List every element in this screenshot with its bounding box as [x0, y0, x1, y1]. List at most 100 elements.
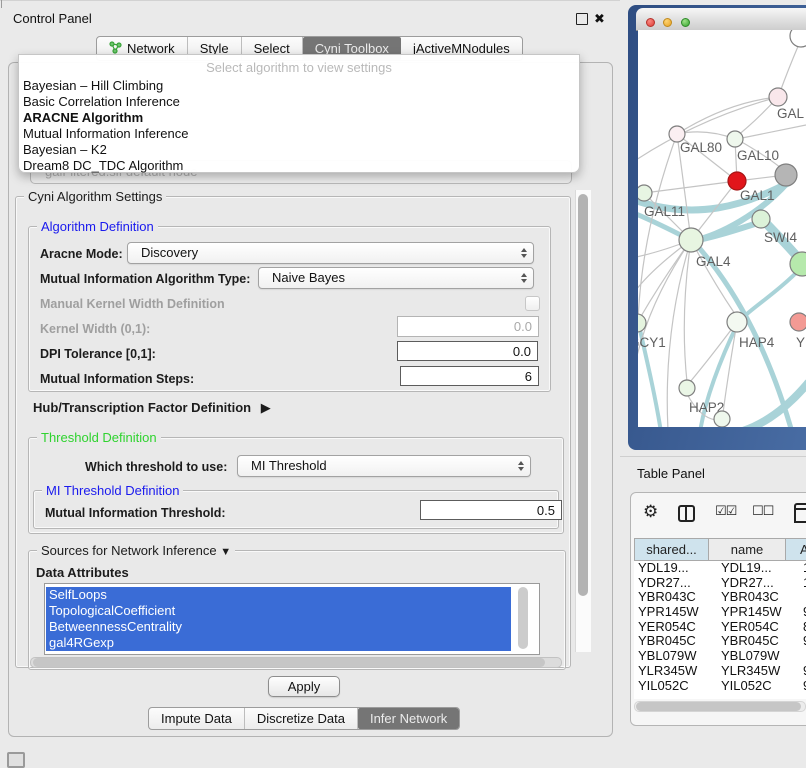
split-panel-icon[interactable] — [678, 505, 695, 522]
top-left-tick — [1, 0, 2, 8]
node-hap2[interactable] — [679, 380, 695, 396]
new-table-icon[interactable] — [794, 503, 806, 523]
mi-threshold-field[interactable]: 0.5 — [420, 500, 562, 520]
dock-panel-icon[interactable] — [7, 752, 25, 768]
table-cell: YIL052C — [634, 679, 713, 694]
table-body: YDL19...YDL19...13YDR27...YDR27...12YBR0… — [634, 561, 806, 699]
close-traffic-light-icon[interactable] — [646, 18, 655, 27]
network-graph[interactable]: GALGAL80GAL10GAL1GAL11SWI4GAL4GCY1HAP4YH… — [638, 30, 806, 427]
table-cell: YLR345W — [713, 664, 798, 679]
top-hairline — [0, 0, 620, 1]
table-hscrollbar[interactable] — [634, 701, 806, 712]
table-row[interactable]: YDL19...YDL19...13 — [634, 561, 806, 576]
table-cell: 9. — [798, 664, 806, 679]
apply-button[interactable]: Apply — [268, 676, 340, 697]
table-hscrollbar-thumb[interactable] — [636, 702, 801, 711]
expander-right-icon: ▶ — [261, 400, 271, 415]
close-panel-icon[interactable]: ✖ — [594, 12, 605, 25]
node-gal10[interactable] — [727, 131, 743, 147]
node-label: HAP4 — [739, 335, 775, 350]
kernel-width-field[interactable]: 0.0 — [397, 316, 539, 337]
algorithm-option-dream8-dc-tdc-algorithm[interactable]: Dream8 DC_TDC Algorithm — [19, 158, 579, 174]
node-label: Y — [796, 335, 805, 350]
algorithm-option-bayesian-hill-climbing[interactable]: Bayesian – Hill Climbing — [19, 78, 579, 94]
node-circle[interactable] — [790, 30, 806, 47]
which-threshold-value: MI Threshold — [251, 458, 327, 473]
dpi-tolerance-label: DPI Tolerance [0,1]: — [40, 347, 156, 361]
algorithm-dropdown-popup: Select algorithm to view settings Bayesi… — [18, 54, 580, 173]
node-hap4[interactable] — [727, 312, 747, 332]
table-cell — [798, 649, 806, 664]
node-label: GAL — [777, 106, 805, 121]
algorithm-definition-title: Algorithm Definition — [37, 219, 158, 234]
float-window-icon[interactable] — [576, 13, 588, 25]
column-header-a[interactable]: A — [786, 538, 806, 561]
table-row[interactable]: YER054CYER054C8. — [634, 620, 806, 635]
settings-scrollbar[interactable] — [575, 190, 591, 652]
mi-algorithm-type-combo[interactable]: Naive Bayes — [258, 267, 534, 289]
attribute-item-selfloops[interactable]: SelfLoops — [46, 587, 511, 603]
settings-scrollbar-thumb[interactable] — [578, 194, 588, 596]
table-row[interactable]: YIL052CYIL052C9. — [634, 679, 806, 694]
select-all-columns-icon[interactable]: ☑☑ — [715, 504, 736, 519]
attribute-item-gal4rgexp[interactable]: gal4RGexp — [46, 635, 511, 651]
attribute-item-betweennesscentrality[interactable]: BetweennessCentrality — [46, 619, 511, 635]
dpi-tolerance-field[interactable]: 0.0 — [397, 341, 538, 361]
node-swi4[interactable] — [752, 210, 770, 228]
settings-gear-icon[interactable]: ⚙ — [643, 502, 658, 522]
unselect-all-columns-icon[interactable]: ☐☐ — [752, 504, 773, 519]
algorithm-option-aracne-algorithm[interactable]: ARACNE Algorithm — [19, 110, 579, 126]
table-cell: 9. — [798, 634, 806, 649]
algorithm-option-basic-correlation-inference[interactable]: Basic Correlation Inference — [19, 94, 579, 110]
table-cell: YPR145W — [713, 605, 798, 620]
sources-hscrollbar[interactable] — [30, 657, 562, 668]
cyni-settings-title: Cyni Algorithm Settings — [24, 189, 166, 204]
table-panel-title: Table Panel — [637, 466, 705, 481]
table-row[interactable]: YPR145WYPR145W9. — [634, 605, 806, 620]
column-header-name[interactable]: name — [709, 538, 786, 561]
sources-hscrollbar-thumb[interactable] — [33, 658, 545, 667]
bottom-tabbar: Impute DataDiscretize DataInfer Network — [148, 707, 460, 730]
network-window-titlebar[interactable] — [636, 8, 806, 31]
table-row[interactable]: YBR045CYBR045C9. — [634, 634, 806, 649]
node-label: GAL11 — [644, 204, 685, 219]
minimize-traffic-light-icon[interactable] — [663, 18, 672, 27]
table-cell: 13 — [798, 561, 806, 576]
node-gal4[interactable] — [679, 228, 703, 252]
kernel-width-label: Kernel Width (0,1): — [40, 322, 150, 336]
manual-kernel-width-checkbox[interactable] — [525, 296, 540, 311]
which-threshold-combo[interactable]: MI Threshold — [237, 455, 531, 477]
table-cell: YER054C — [713, 620, 798, 635]
node-circle[interactable] — [714, 411, 730, 427]
data-attributes-list[interactable]: SelfLoopsTopologicalCoefficientBetweenne… — [44, 583, 540, 655]
node-circle[interactable] — [775, 164, 797, 186]
aracne-mode-value: Discovery — [141, 245, 198, 260]
aracne-mode-combo[interactable]: Discovery — [127, 242, 534, 264]
combo-spinner-icon — [521, 268, 527, 288]
mi-threshold-group-title: MI Threshold Definition — [42, 483, 183, 498]
zoom-traffic-light-icon[interactable] — [681, 18, 690, 27]
tab-impute-data[interactable]: Impute Data — [149, 708, 245, 729]
algorithm-option-bayesian-k2[interactable]: Bayesian – K2 — [19, 142, 579, 158]
table-cell: YBR045C — [634, 634, 713, 649]
node-y[interactable] — [790, 313, 806, 331]
node-gal[interactable] — [769, 88, 787, 106]
tab-infer-network[interactable]: Infer Network — [358, 708, 459, 729]
table-row[interactable]: YBL079WYBL079W — [634, 649, 806, 664]
column-header-shared-[interactable]: shared... — [634, 538, 709, 561]
network-canvas[interactable]: GALGAL80GAL10GAL1GAL11SWI4GAL4GCY1HAP4YH… — [638, 30, 806, 427]
hub-definition-expander[interactable]: Hub/Transcription Factor Definition ▶ — [33, 400, 271, 416]
sources-title[interactable]: Sources for Network Inference ▼ — [37, 543, 235, 560]
hub-definition-label: Hub/Transcription Factor Definition — [33, 400, 251, 415]
mi-steps-field[interactable]: 6 — [400, 366, 539, 386]
table-row[interactable]: YBR043CYBR043C — [634, 590, 806, 605]
table-row[interactable]: YLR345WYLR345W9. — [634, 664, 806, 679]
node-gal11[interactable] — [638, 185, 652, 201]
tab-discretize-data[interactable]: Discretize Data — [245, 708, 358, 729]
algorithm-option-mutual-information-inference[interactable]: Mutual Information Inference — [19, 126, 579, 142]
table-cell: YBR045C — [713, 634, 798, 649]
node-label: GAL10 — [737, 148, 779, 163]
table-row[interactable]: YDR27...YDR27...12 — [634, 576, 806, 591]
list-scrollbar-thumb[interactable] — [518, 587, 528, 649]
attribute-item-topologicalcoefficient[interactable]: TopologicalCoefficient — [46, 603, 511, 619]
